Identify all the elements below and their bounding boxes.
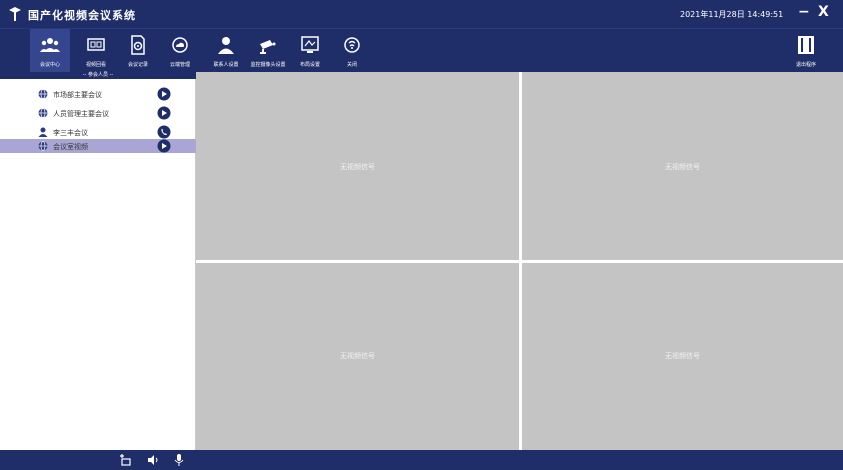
close-button[interactable]: X — [818, 4, 829, 20]
list-item-label: 李三丰会议 — [53, 129, 88, 137]
phone-icon[interactable] — [157, 125, 171, 139]
screen-share-icon[interactable] — [118, 453, 132, 467]
bottom-control-bar — [0, 450, 843, 470]
app-title: 国产化视频会议系统 — [28, 9, 136, 22]
tool-contact-settings[interactable]: 联系人设置 — [206, 29, 246, 73]
cloud-icon — [172, 37, 188, 53]
datetime-display: 2021年11月28日 14:49:51 — [680, 10, 784, 19]
video-tile[interactable]: 无视频信号 — [196, 263, 519, 450]
globe-icon — [38, 141, 48, 151]
exit-program-button[interactable]: 退出程序 — [786, 29, 826, 73]
globe-icon — [38, 89, 48, 99]
minimize-button[interactable]: − — [798, 4, 810, 20]
participant-sidebar: -- 参会人员 -- 市场部主要会议 人员管理主要会议 李三丰会议 会议室视频 — [0, 72, 196, 450]
video-tile-label: 无视频信号 — [665, 163, 700, 171]
play-icon[interactable] — [157, 87, 171, 101]
document-gear-icon — [131, 35, 145, 55]
list-item[interactable]: 人员管理主要会议 — [0, 106, 196, 120]
user-icon — [218, 37, 234, 54]
tool-cloud-management[interactable]: 云端管理 — [160, 29, 200, 73]
microphone-icon[interactable] — [172, 453, 186, 467]
video-tile-label: 无视频信号 — [340, 163, 375, 171]
play-icon[interactable] — [157, 139, 171, 153]
tool-video-playback[interactable]: 视频回看 — [76, 29, 116, 73]
group-icon — [40, 38, 60, 52]
video-tile[interactable]: 无视频信号 — [196, 72, 519, 260]
play-icon[interactable] — [157, 106, 171, 120]
layout-monitor-icon — [301, 36, 319, 53]
list-item-label: 人员管理主要会议 — [53, 110, 109, 118]
power-icon — [344, 37, 360, 53]
tool-meeting-center[interactable]: 会议中心 — [30, 29, 70, 73]
tool-close[interactable]: 关闭 — [332, 29, 372, 73]
tool-label: 关闭 — [346, 62, 357, 68]
video-tile[interactable]: 无视频信号 — [522, 263, 843, 450]
sidebar-header: -- 参会人员 -- — [0, 72, 196, 79]
tool-label: 云端管理 — [169, 62, 190, 68]
title-bar: 国产化视频会议系统 2021年11月28日 14:49:51 − X — [0, 0, 843, 28]
exit-panel-icon — [798, 36, 814, 54]
tool-meeting-records[interactable]: 会议记录 — [118, 29, 158, 73]
tool-camera-settings[interactable]: 监控摄像头设置 — [248, 29, 288, 73]
main-toolbar: 会议中心 视频回看 会议记录 云端管理 联系人设置 监控摄像头设置 布局设置 关… — [0, 28, 843, 73]
list-item[interactable]: 李三丰会议 — [0, 125, 196, 139]
logo-icon — [9, 7, 21, 21]
video-grid: 无视频信号 无视频信号 无视频信号 无视频信号 — [196, 72, 843, 450]
screen-icon — [87, 38, 105, 51]
tool-label: 退出程序 — [795, 62, 816, 68]
tool-layout-settings[interactable]: 布局设置 — [290, 29, 330, 73]
video-tile-label: 无视频信号 — [340, 352, 375, 360]
tool-label: 会议记录 — [127, 62, 148, 68]
speaker-icon[interactable] — [146, 453, 160, 467]
tool-label: 会议中心 — [39, 62, 60, 68]
list-item-label: 会议室视频 — [53, 143, 88, 151]
video-tile[interactable]: 无视频信号 — [522, 72, 843, 260]
camera-icon — [260, 40, 276, 54]
video-tile-label: 无视频信号 — [665, 352, 700, 360]
globe-icon — [38, 108, 48, 118]
person-icon — [38, 127, 48, 137]
tool-label: 视频回看 — [85, 62, 106, 68]
tool-label: 联系人设置 — [213, 62, 239, 68]
list-item-label: 市场部主要会议 — [53, 91, 102, 99]
tool-label: 监控摄像头设置 — [250, 62, 286, 68]
list-item[interactable]: 会议室视频 — [0, 139, 196, 153]
tool-label: 布局设置 — [299, 62, 320, 68]
list-item[interactable]: 市场部主要会议 — [0, 87, 196, 101]
